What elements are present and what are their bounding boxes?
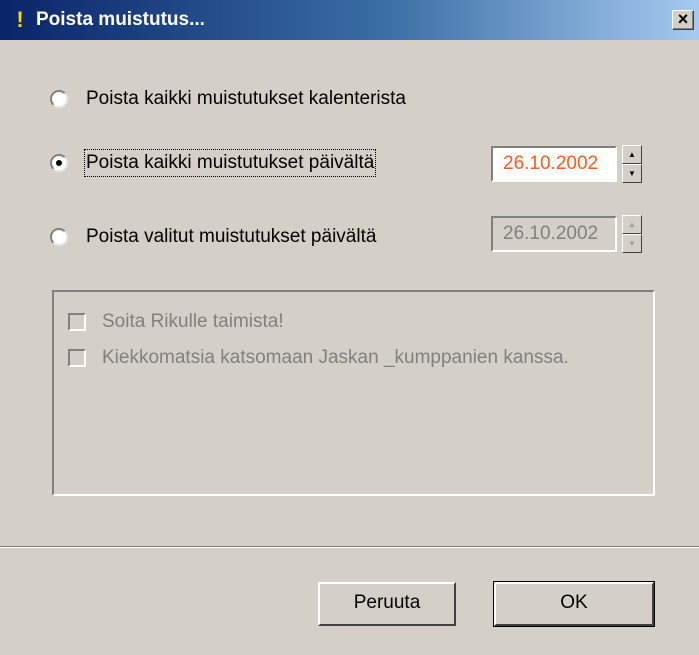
reminder-list: Soita Rikulle taimista! Kiekkomatsia kat… bbox=[52, 290, 655, 496]
ok-button[interactable]: OK bbox=[493, 581, 655, 627]
spin-down-icon[interactable]: ▼ bbox=[622, 164, 642, 183]
cancel-button[interactable]: Peruuta bbox=[318, 582, 456, 626]
list-item: Kiekkomatsia katsomaan Jaskan _kumppanie… bbox=[68, 346, 569, 370]
option-delete-selected-day[interactable]: Poista valitut muistutukset päivältä bbox=[50, 224, 376, 250]
list-item: Soita Rikulle taimista! bbox=[68, 310, 284, 334]
title-bar: ! Poista muistutus... × bbox=[0, 0, 699, 40]
close-icon: × bbox=[677, 9, 689, 29]
radio-delete-all-calendar[interactable] bbox=[50, 90, 68, 108]
option-label: Poista kaikki muistutukset päivältä bbox=[83, 149, 377, 177]
reminder-label: Soita Rikulle taimista! bbox=[102, 311, 284, 332]
option-delete-all-day[interactable]: Poista kaikki muistutukset päivältä bbox=[50, 149, 377, 177]
spin-down-icon: ▼ bbox=[622, 234, 642, 253]
radio-delete-all-day[interactable] bbox=[50, 154, 68, 172]
date-spinner-selected-day: ▲ ▼ bbox=[622, 215, 642, 253]
date-spinner-all-day[interactable]: ▲ ▼ bbox=[622, 145, 642, 183]
reminder-label: Kiekkomatsia katsomaan Jaskan _kumppanie… bbox=[102, 347, 569, 368]
spin-up-icon[interactable]: ▲ bbox=[622, 145, 642, 164]
window-title: Poista muistutus... bbox=[36, 9, 205, 30]
divider bbox=[0, 546, 699, 548]
option-label: Poista kaikki muistutukset kalenterista bbox=[86, 88, 406, 109]
date-field-all-day[interactable]: 26.10.2002 bbox=[491, 146, 617, 182]
option-label: Poista valitut muistutukset päivältä bbox=[86, 226, 377, 247]
reminder-checkbox bbox=[68, 313, 86, 331]
close-button[interactable]: × bbox=[672, 10, 694, 30]
exclamation-icon: ! bbox=[16, 7, 24, 32]
radio-delete-selected-day[interactable] bbox=[50, 228, 68, 246]
spin-up-icon: ▲ bbox=[622, 215, 642, 234]
reminder-checkbox bbox=[68, 349, 86, 367]
date-field-selected-day: 26.10.2002 bbox=[491, 216, 617, 252]
option-delete-all-calendar[interactable]: Poista kaikki muistutukset kalenterista bbox=[50, 86, 406, 112]
